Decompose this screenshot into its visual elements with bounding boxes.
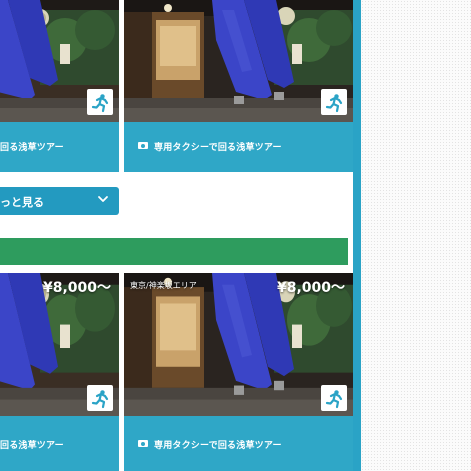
storefront-photo <box>124 0 353 122</box>
tour-card-taxi-asakusa[interactable]: 専用タクシーで回る浅草ツアー <box>124 0 353 172</box>
camera-icon <box>138 440 148 447</box>
running-man-icon <box>321 89 347 115</box>
tour-card-caption: 専用タクシーで回る浅草ツアー <box>124 122 353 172</box>
side-panel <box>361 0 471 471</box>
show-more-button[interactable]: っと見る <box>0 187 119 215</box>
tour-photo <box>124 0 353 122</box>
tour-card-asakusa-left[interactable]: ¥8,000〜 回る浅草ツアー <box>0 273 119 471</box>
tour-title: 専用タクシーで回る浅草ツアー <box>154 143 282 153</box>
show-more-label: っと見る <box>0 196 44 209</box>
tour-card-asakusa-left[interactable]: 回る浅草ツアー <box>0 0 119 172</box>
tour-title: 専用タクシーで回る浅草ツアー <box>154 441 282 451</box>
running-man-icon <box>87 385 113 411</box>
running-man-icon <box>321 385 347 411</box>
running-man-icon <box>87 89 113 115</box>
tour-card-caption: 回る浅草ツアー <box>0 122 119 172</box>
chevron-down-icon <box>98 196 108 202</box>
camera-icon <box>138 142 148 149</box>
tour-title: 回る浅草ツアー <box>0 143 64 153</box>
sidebar-divider <box>353 0 361 471</box>
section-header-bar <box>0 238 348 265</box>
tour-listing: 回る浅草ツアー 専用タクシーで回る浅草ツアー っと見る ¥8,000〜 回る浅草… <box>0 0 353 471</box>
tour-card-taxi-asakusa[interactable]: 東京/神楽坂エリア ¥8,000〜 専用タクシーで回る浅草ツアー <box>124 273 353 471</box>
tour-card-caption: 回る浅草ツアー <box>0 416 119 471</box>
tour-price: ¥8,000〜 <box>42 280 111 296</box>
area-label: 東京/神楽坂エリア <box>130 281 197 290</box>
tour-price: ¥8,000〜 <box>276 280 345 296</box>
tour-title: 回る浅草ツアー <box>0 441 64 451</box>
tour-card-caption: 専用タクシーで回る浅草ツアー <box>124 416 353 471</box>
